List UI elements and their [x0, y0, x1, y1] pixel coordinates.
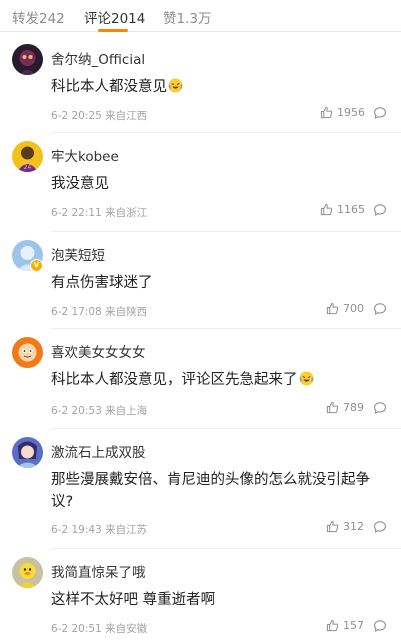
- comment-item: 我简直惊呆了哦 这样不太好吧 尊重逝者啊 6-2 20:51 来自安徽 157: [0, 549, 401, 640]
- reply-icon[interactable]: [373, 203, 387, 217]
- thumbs-up-icon: [326, 401, 339, 414]
- laughing-tears-emoji: [298, 371, 314, 386]
- player-avatar-icon[interactable]: 24: [12, 141, 43, 172]
- like-count: 157: [343, 619, 364, 632]
- like-button[interactable]: 1956: [320, 106, 365, 119]
- comment-text: 这样不太好吧 尊重逝者啊: [51, 592, 216, 608]
- comment-text: 有点伤害球迷了: [51, 275, 153, 291]
- cartoon-avatar-icon[interactable]: [12, 337, 43, 368]
- thumbs-up-icon: [326, 520, 339, 533]
- reply-icon[interactable]: [373, 302, 387, 316]
- thumbs-up-icon: [320, 106, 333, 119]
- comment-username[interactable]: 泡芙短短: [51, 244, 105, 264]
- comment-username[interactable]: 舍尔纳_Official: [51, 48, 145, 68]
- comment-text: 那些漫展戴安倍、肯尼迪的头像的怎么就没引起争议?: [51, 472, 370, 510]
- dark-avatar-icon[interactable]: [12, 44, 43, 75]
- comment-item: 舍尔纳_Official 科比本人都没意见 6-2 20:25 来自江西 195…: [0, 36, 401, 133]
- reply-icon[interactable]: [373, 520, 387, 534]
- tab-comments[interactable]: 评论2014: [84, 7, 145, 27]
- reply-icon[interactable]: [373, 106, 387, 120]
- comment-item: 24 牢大kobee 我没意见 6-2 22:11 来自浙江 1165: [0, 133, 401, 232]
- like-count: 312: [343, 520, 364, 533]
- svg-text:24: 24: [24, 164, 32, 171]
- thumbs-up-icon: [326, 619, 339, 632]
- comment-tabs: 转发242 评论2014 赞1.3万: [0, 0, 401, 32]
- like-count: 700: [343, 302, 364, 315]
- duck-avatar-icon[interactable]: [12, 557, 43, 588]
- like-button[interactable]: 700: [326, 302, 364, 315]
- comment-item: V 泡芙短短 有点伤害球迷了 6-2 17:08 来自陕西 700: [0, 232, 401, 329]
- verified-badge-icon: V: [30, 259, 43, 272]
- comment-text: 科比本人都没意见: [51, 76, 371, 98]
- like-count: 789: [343, 401, 364, 414]
- comment-meta: 6-2 20:53 来自上海: [51, 405, 148, 417]
- comment-username[interactable]: 激流石上成双股: [51, 441, 146, 461]
- comment-username[interactable]: 我简直惊呆了哦: [51, 561, 146, 581]
- comment-meta: 6-2 17:08 来自陕西: [51, 306, 148, 318]
- reply-icon[interactable]: [373, 401, 387, 415]
- comment-meta: 6-2 22:11 来自浙江: [51, 207, 148, 219]
- like-button[interactable]: 1165: [320, 203, 365, 216]
- like-button[interactable]: 312: [326, 520, 364, 533]
- comment-username[interactable]: 喜欢美女女女女: [51, 341, 146, 361]
- active-tab-indicator: [98, 29, 128, 32]
- laughing-tears-emoji: [168, 78, 183, 93]
- thumbs-up-icon: [326, 302, 339, 315]
- tab-reposts[interactable]: 转发242: [12, 7, 65, 27]
- comment-username[interactable]: 牢大kobee: [51, 145, 119, 165]
- like-count: 1956: [337, 106, 365, 119]
- comment-meta: 6-2 20:25 来自江西: [51, 110, 148, 122]
- like-button[interactable]: 157: [326, 619, 364, 632]
- comment-text: 科比本人都没意见，评论区先急起来了: [51, 369, 371, 391]
- comment-item: 喜欢美女女女女 科比本人都没意见，评论区先急起来了 6-2 20:53 来自上海…: [0, 329, 401, 429]
- tab-likes[interactable]: 赞1.3万: [163, 7, 211, 27]
- comment-meta: 6-2 19:43 来自江苏: [51, 524, 148, 536]
- anime-avatar-icon[interactable]: [12, 437, 43, 468]
- thumbs-up-icon: [320, 203, 333, 216]
- comment-meta: 6-2 20:51 来自安徽: [51, 623, 148, 635]
- like-button[interactable]: 789: [326, 401, 364, 414]
- comment-item: 激流石上成双股 那些漫展戴安倍、肯尼迪的头像的怎么就没引起争议? 6-2 19:…: [0, 429, 401, 549]
- comment-text: 我没意见: [51, 176, 109, 192]
- reply-icon[interactable]: [373, 619, 387, 633]
- like-count: 1165: [337, 203, 365, 216]
